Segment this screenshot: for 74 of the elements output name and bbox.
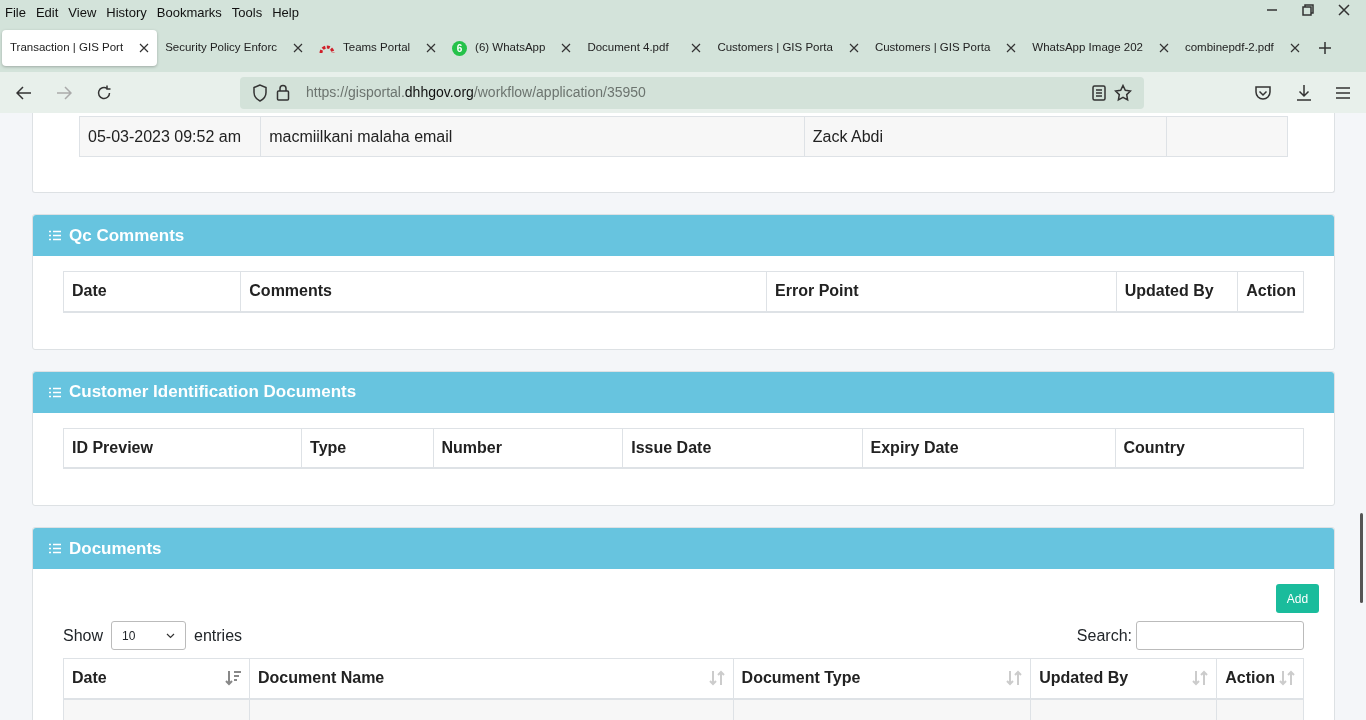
- column-header: Country: [1115, 428, 1304, 468]
- table-cell: 05-03-2023 09:52 am: [79, 116, 261, 157]
- back-icon[interactable]: [16, 85, 32, 100]
- chat-badge-icon: 6: [452, 40, 468, 56]
- menu-item[interactable]: History: [101, 0, 152, 23]
- column-header: Issue Date: [622, 428, 863, 468]
- column-header: Action: [1237, 271, 1304, 312]
- tab-close-icon[interactable]: [293, 43, 303, 53]
- address-bar[interactable]: https://gisportal.dhhgov.org/workflow/application/35950: [240, 76, 1144, 109]
- sort-descending-icon[interactable]: [225, 670, 241, 687]
- reload-icon[interactable]: [96, 84, 112, 101]
- list-icon: [49, 386, 61, 398]
- new-tab-icon[interactable]: [1317, 41, 1332, 55]
- browser-tab[interactable]: Customers | GIS Porta: [866, 30, 1025, 66]
- tab-close-icon[interactable]: [561, 43, 572, 53]
- list-icon: [49, 543, 61, 554]
- column-header: Type: [301, 428, 433, 468]
- column-header[interactable]: Updated By: [1030, 658, 1217, 699]
- column-header: Updated By: [1116, 271, 1238, 312]
- reader-view-icon[interactable]: [1092, 84, 1106, 101]
- tab-close-icon[interactable]: [426, 43, 437, 53]
- browser-tab[interactable]: 6 (6) WhatsApp: [444, 30, 580, 66]
- browser-tab[interactable]: Customers | GIS Porta: [709, 30, 867, 66]
- menu-item[interactable]: Help: [267, 0, 304, 23]
- panel-title: Customer Identification Documents: [69, 381, 357, 404]
- column-header[interactable]: Document Type: [733, 658, 1031, 699]
- search-field[interactable]: [1136, 621, 1304, 650]
- panel-title: Documents: [69, 537, 162, 560]
- menu-item[interactable]: Edit: [30, 0, 64, 23]
- scrollbar-thumb[interactable]: [1360, 513, 1363, 603]
- menu-item[interactable]: Bookmarks: [151, 0, 227, 23]
- column-header: ID Preview: [63, 428, 302, 468]
- browser-tab[interactable]: Transaction | GIS Port: [2, 30, 158, 66]
- search-label: Search:: [1076, 625, 1132, 646]
- shield-icon: [252, 83, 268, 102]
- browser-tab[interactable]: Document 4.pdf: [579, 30, 710, 66]
- tab-close-icon[interactable]: [848, 43, 859, 53]
- column-header: Number: [433, 428, 623, 468]
- panel-title: Qc Comments: [69, 224, 185, 247]
- forward-icon: [56, 85, 72, 100]
- column-header[interactable]: Date: [63, 658, 250, 699]
- page-size-select[interactable]: 10: [111, 621, 187, 650]
- column-header[interactable]: Document Name: [249, 658, 734, 699]
- tab-close-icon[interactable]: [139, 43, 150, 53]
- menu-icon[interactable]: [1336, 86, 1350, 99]
- show-label: Show: [63, 625, 104, 646]
- menu-item[interactable]: View: [63, 0, 102, 23]
- browser-tab[interactable]: Security Policy Enforc: [157, 30, 311, 66]
- restore-icon[interactable]: [1302, 4, 1314, 16]
- tab-close-icon[interactable]: [691, 43, 702, 53]
- lock-icon: [276, 84, 290, 101]
- column-header: Comments: [240, 271, 767, 312]
- download-icon[interactable]: [1296, 84, 1312, 101]
- menu-item[interactable]: File: [0, 0, 31, 23]
- chevron-down-icon: [166, 632, 176, 639]
- column-header: Expiry Date: [862, 428, 1115, 468]
- close-icon[interactable]: [1338, 4, 1350, 16]
- tab-close-icon[interactable]: [1006, 43, 1017, 53]
- column-header[interactable]: Action: [1216, 658, 1304, 699]
- list-icon: [49, 230, 61, 241]
- star-icon[interactable]: [1114, 83, 1132, 102]
- tab-close-icon[interactable]: [1289, 43, 1300, 53]
- browser-tab[interactable]: Teams Portal: [311, 30, 445, 66]
- table-cell: macmiilkani malaha email: [260, 116, 805, 157]
- browser-tab[interactable]: combinepdf-2.pdf: [1176, 30, 1308, 66]
- menu-item[interactable]: Tools: [226, 0, 268, 23]
- column-header: Error Point: [766, 271, 1117, 312]
- entries-label: entries: [194, 625, 243, 646]
- table-cell: Zack Abdi: [804, 116, 1167, 157]
- column-header: Date: [63, 271, 241, 312]
- browser-tab[interactable]: WhatsApp Image 202: [1024, 30, 1177, 66]
- pocket-icon[interactable]: [1254, 84, 1272, 101]
- tab-close-icon[interactable]: [1158, 43, 1169, 53]
- url-text: https://gisportal.dhhgov.org/workflow/application/35950: [306, 83, 647, 102]
